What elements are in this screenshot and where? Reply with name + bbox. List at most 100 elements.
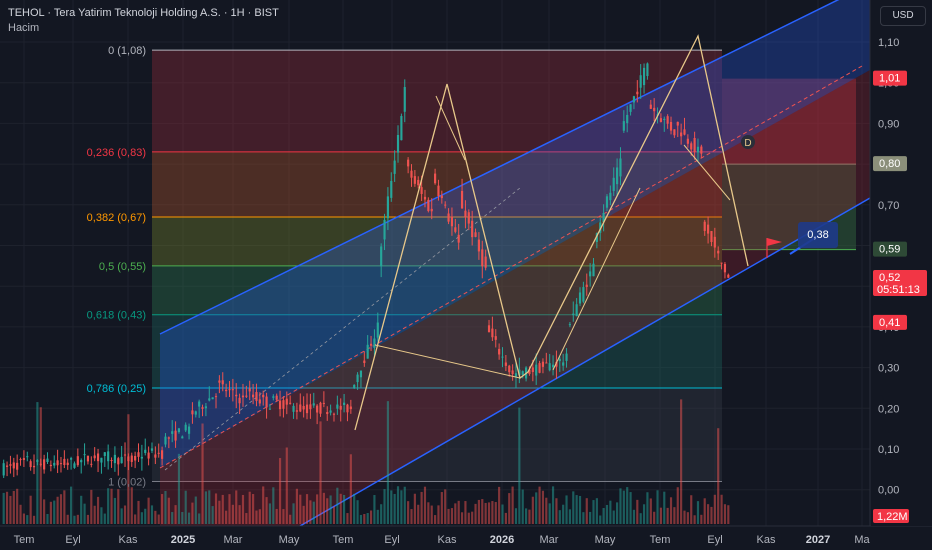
candle-body bbox=[717, 250, 720, 254]
currency-button[interactable]: USD bbox=[880, 6, 926, 26]
candle-body bbox=[487, 325, 491, 333]
candle-body bbox=[255, 392, 258, 401]
candle-body bbox=[103, 452, 106, 456]
volume-bar bbox=[464, 501, 467, 524]
candle-body bbox=[265, 396, 268, 408]
candle-body bbox=[214, 396, 218, 398]
candle-body bbox=[444, 204, 447, 206]
volume-bar bbox=[703, 498, 706, 524]
price-tag-value: 1,01 bbox=[879, 73, 900, 85]
volume-bar bbox=[427, 502, 430, 524]
candle-body bbox=[110, 459, 113, 462]
volume-bar bbox=[100, 507, 103, 524]
candle-body bbox=[107, 451, 110, 462]
volume-bar bbox=[110, 488, 113, 524]
candle-body bbox=[204, 406, 207, 409]
candle-body bbox=[582, 287, 585, 302]
symbol-title[interactable]: TEHOL · Tera Yatirim Teknoloji Holding A… bbox=[8, 7, 279, 19]
time-tick-label: Tem bbox=[333, 534, 354, 546]
volume-bar bbox=[558, 510, 561, 524]
candle-body bbox=[174, 430, 177, 441]
volume-bar bbox=[19, 504, 22, 524]
candle-body bbox=[9, 464, 12, 466]
volume-bar bbox=[696, 501, 700, 524]
volume-bar bbox=[494, 502, 497, 524]
candle-body bbox=[32, 465, 36, 468]
candle-body bbox=[545, 362, 548, 364]
candle-body bbox=[332, 413, 336, 415]
price-tick-label: 0,70 bbox=[878, 200, 899, 212]
volume-bar bbox=[356, 500, 359, 524]
candle-body bbox=[457, 234, 460, 243]
volume-bar bbox=[710, 506, 713, 524]
candle-body bbox=[629, 104, 632, 112]
volume-bar bbox=[289, 514, 292, 524]
price-chart[interactable]: D 0,38 0 (1,08) 0,236 (0,83) 0,382 (0,67) 0,… bbox=[0, 0, 932, 550]
candle-body bbox=[669, 121, 673, 131]
volume-bar bbox=[548, 503, 551, 524]
volume-bar bbox=[403, 486, 406, 524]
candle-body bbox=[16, 462, 19, 470]
volume-bar bbox=[707, 504, 710, 524]
volume-bar bbox=[187, 512, 191, 524]
volume-indicator-label[interactable]: Hacim bbox=[8, 22, 39, 34]
volume-bar bbox=[265, 497, 268, 524]
time-tick-label: 2027 bbox=[806, 534, 830, 546]
fib-level-label: 0,786 (0,25) bbox=[87, 383, 146, 395]
volume-bar bbox=[80, 495, 83, 524]
volume-bar bbox=[683, 510, 686, 524]
volume-bar bbox=[575, 495, 578, 524]
price-tag: 1,01 bbox=[873, 70, 907, 86]
candle-body bbox=[383, 219, 386, 240]
volume-bar bbox=[181, 512, 184, 524]
fib-level-label: 1 (0,02) bbox=[108, 477, 146, 489]
price-tick-label: 0,20 bbox=[878, 403, 899, 415]
volume-bar bbox=[272, 487, 275, 524]
volume-bar bbox=[504, 512, 507, 524]
volume-bar bbox=[9, 495, 12, 524]
candle-body bbox=[484, 256, 487, 268]
volume-bar bbox=[498, 486, 501, 524]
candle-body bbox=[646, 63, 649, 77]
candle-body bbox=[63, 458, 66, 466]
volume-bar bbox=[541, 490, 545, 524]
candle-body bbox=[568, 324, 571, 326]
time-tick-label: Kas bbox=[757, 534, 776, 546]
volume-bar bbox=[123, 505, 127, 524]
candle-body bbox=[154, 454, 157, 458]
candle-body bbox=[356, 374, 359, 383]
candle-body bbox=[622, 121, 625, 131]
volume-bar bbox=[218, 500, 221, 524]
pattern-point-label: D bbox=[744, 138, 751, 149]
candle-body bbox=[713, 236, 716, 248]
candle-body bbox=[164, 436, 167, 445]
volume-bar bbox=[501, 504, 504, 524]
candle-body bbox=[386, 196, 389, 219]
candle-body bbox=[96, 453, 100, 462]
candle-body bbox=[39, 463, 42, 465]
volume-bar bbox=[32, 515, 36, 524]
volume-bar bbox=[231, 504, 234, 524]
candle-body bbox=[376, 322, 379, 338]
candle-body bbox=[36, 459, 39, 462]
candle-body bbox=[181, 436, 184, 439]
volume-bar bbox=[241, 494, 245, 524]
candle-body bbox=[440, 195, 443, 199]
volume-bar bbox=[322, 492, 325, 524]
price-tag-value: 0,41 bbox=[879, 317, 900, 329]
candle-body bbox=[558, 358, 561, 362]
candle-body bbox=[531, 367, 534, 372]
volume-bar bbox=[518, 407, 521, 524]
candle-body bbox=[198, 401, 201, 407]
volume-bar bbox=[208, 490, 211, 524]
volume-bar bbox=[673, 507, 676, 524]
volume-bar bbox=[113, 497, 116, 524]
volume-bar bbox=[56, 496, 59, 524]
volume-bar bbox=[349, 454, 352, 524]
volume-bar bbox=[120, 508, 123, 524]
candle-body bbox=[393, 160, 396, 174]
volume-bar bbox=[656, 490, 659, 524]
candle-body bbox=[211, 397, 214, 400]
candle-body bbox=[460, 190, 464, 209]
volume-bar bbox=[629, 492, 632, 524]
